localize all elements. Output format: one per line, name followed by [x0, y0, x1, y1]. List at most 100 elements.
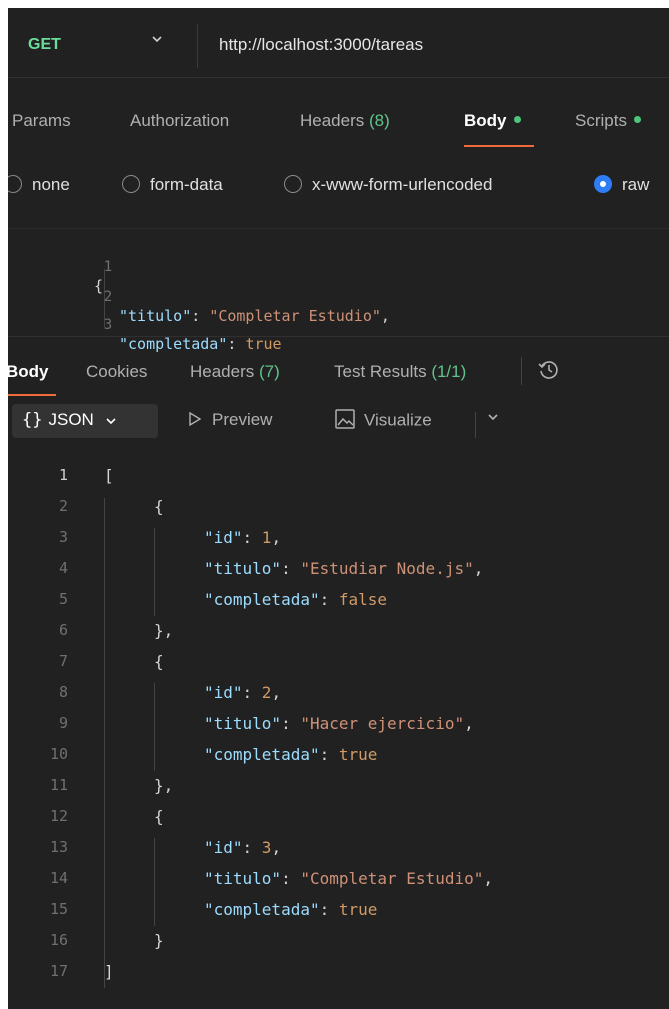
preview-button[interactable]: Preview — [188, 410, 272, 430]
radio-none[interactable]: none — [8, 174, 70, 195]
radio-urlencoded[interactable]: x-www-form-urlencoded — [284, 174, 492, 195]
postman-panel: GET http://localhost:3000/tareas Params … — [8, 8, 669, 1009]
json-value: "Completar Estudio" — [300, 869, 484, 888]
image-icon — [335, 409, 355, 429]
tab-response-headers[interactable]: Headers (7) — [190, 362, 280, 382]
code-line: 5 "completada": false — [8, 590, 669, 621]
url-input[interactable]: http://localhost:3000/tareas — [219, 35, 423, 55]
code-line: 6}, — [8, 621, 669, 652]
modified-dot-icon — [633, 116, 641, 124]
json-value: "Estudiar Node.js" — [300, 559, 474, 578]
line-number: 14 — [49, 869, 68, 887]
code-line: 16} — [8, 931, 669, 962]
json-value: true — [338, 745, 378, 764]
json-value: 2 — [261, 683, 272, 702]
line-number: 1 — [58, 466, 68, 484]
json-key: "completada" — [204, 745, 320, 764]
radio-circle-icon — [284, 174, 302, 193]
line-number: 10 — [49, 745, 68, 763]
line-number: 3 — [58, 528, 68, 546]
line-number: 2 — [58, 497, 68, 515]
json-key: "completada" — [204, 900, 320, 919]
code-text: { — [154, 807, 164, 826]
response-body-viewer[interactable]: 1[ 2{ 3 "id": 1, 4 "titulo": "Estudiar Nod… — [8, 462, 669, 1002]
tab-body[interactable]: Body — [464, 111, 521, 131]
line-number: 17 — [49, 962, 68, 980]
response-toolbar: {} JSON Preview Visualize — [8, 400, 669, 448]
chevron-down-icon — [105, 417, 116, 424]
line-number: 13 — [49, 838, 68, 856]
json-key: "id" — [204, 838, 243, 857]
code-line: 8 "id": 2, — [8, 683, 669, 714]
radio-form-data[interactable]: form-data — [122, 174, 223, 195]
json-key: "titulo" — [204, 869, 282, 888]
code-text: [ — [104, 466, 114, 485]
line-number: 7 — [58, 652, 68, 670]
tab-authorization[interactable]: Authorization — [130, 111, 229, 131]
json-value: "Hacer ejercicio" — [300, 714, 465, 733]
modified-dot-icon — [513, 116, 521, 124]
url-divider — [197, 24, 198, 68]
tab-test-results[interactable]: Test Results (1/1) — [334, 362, 466, 382]
line-number: 15 — [49, 900, 68, 918]
line-number: 12 — [49, 807, 68, 825]
radio-circle-icon — [122, 174, 140, 193]
code-line: 2{ — [8, 497, 669, 528]
json-key: "completada" — [204, 590, 320, 609]
chevron-down-icon[interactable] — [486, 410, 500, 427]
tab-divider — [521, 357, 522, 385]
line-number: 8 — [58, 683, 68, 701]
code-line: 10 "completada": true — [8, 745, 669, 776]
code-line: 11}, — [8, 776, 669, 807]
url-bar: GET http://localhost:3000/tareas — [8, 8, 669, 78]
code-line: 12 { — [8, 807, 669, 838]
json-value: 3 — [261, 838, 272, 857]
code-line: 1 { — [8, 241, 669, 295]
tab-scripts[interactable]: Scripts — [575, 111, 641, 131]
code-line: 3 "completada": true — [8, 299, 669, 353]
json-key: "titulo" — [204, 714, 282, 733]
code-line: 9 "titulo": "Hacer ejercicio", — [8, 714, 669, 745]
line-number: 16 — [49, 931, 68, 949]
code-line: 3 "id": 1, — [8, 528, 669, 559]
json-key: "id" — [204, 683, 243, 702]
body-type-selector: none form-data x-www-form-urlencoded raw — [8, 170, 669, 204]
play-icon — [189, 411, 202, 426]
code-text: { — [154, 497, 164, 516]
request-tabs: Params Authorization Headers (8) Body Sc… — [8, 108, 669, 152]
active-tab-underline — [464, 145, 534, 147]
code-text: }, — [154, 621, 174, 640]
chevron-down-icon[interactable] — [150, 32, 164, 49]
code-line: 17] — [8, 962, 669, 993]
visualize-button[interactable]: Visualize — [334, 409, 432, 432]
code-text: ] — [104, 962, 114, 981]
method-select[interactable]: GET — [28, 36, 61, 54]
format-select[interactable]: {} JSON — [12, 404, 158, 438]
request-body-editor[interactable]: 1 { 2 "titulo": "Completar Estudio", 3 "… — [8, 228, 669, 353]
line-number: 9 — [58, 714, 68, 732]
toolbar-divider — [475, 412, 476, 438]
tab-params[interactable]: Params — [12, 111, 71, 131]
code-line: 2 "titulo": "Completar Estudio", — [8, 271, 669, 325]
tab-cookies[interactable]: Cookies — [86, 362, 147, 382]
tab-headers[interactable]: Headers (8) — [300, 111, 390, 131]
line-number: 3 — [103, 317, 113, 333]
code-text: { — [154, 652, 164, 671]
line-number: 4 — [58, 559, 68, 577]
code-line: 14 "titulo": "Completar Estudio", — [8, 869, 669, 900]
radio-circle-icon — [8, 174, 22, 193]
code-line: 4 "titulo": "Estudiar Node.js", — [8, 559, 669, 590]
line-number: 5 — [58, 590, 68, 608]
tab-response-body[interactable]: Body — [8, 362, 49, 382]
json-value: true — [338, 900, 378, 919]
braces-icon: {} — [22, 410, 43, 430]
active-tab-underline — [8, 394, 56, 396]
json-value: 1 — [261, 528, 272, 547]
history-icon[interactable] — [536, 357, 562, 383]
radio-selected-icon — [594, 174, 612, 193]
json-key: "id" — [204, 528, 243, 547]
radio-raw[interactable]: raw — [594, 174, 649, 195]
json-key: "titulo" — [204, 559, 282, 578]
code-line: 1[ — [8, 466, 669, 497]
code-text: }, — [154, 776, 174, 795]
